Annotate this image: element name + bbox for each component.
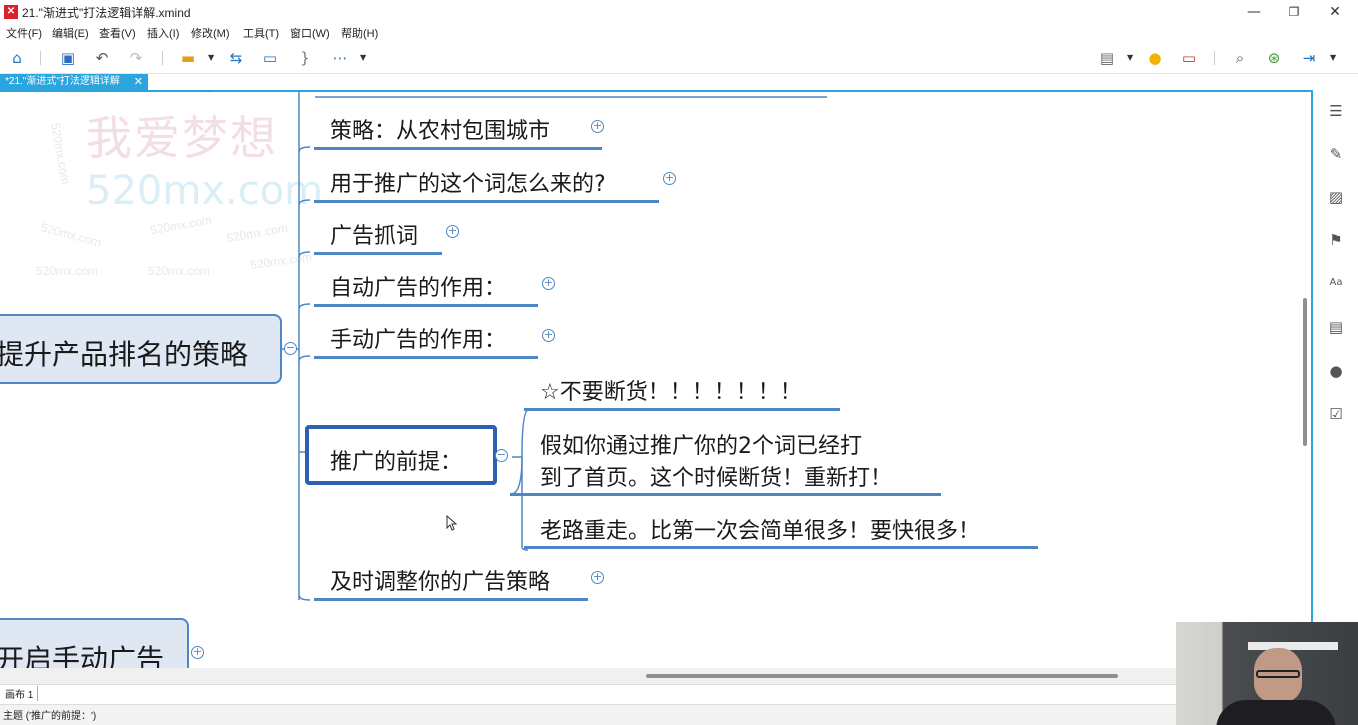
branch-topic[interactable]: 手动广告的作用：: [330, 322, 506, 354]
branch-topic: 推广的前提：: [330, 450, 463, 475]
expand-icon[interactable]: +: [591, 120, 604, 133]
summary-icon[interactable]: }: [295, 48, 315, 68]
xmind-logo-icon: ✕: [4, 5, 18, 19]
central-topic-label: 开启手动广告: [0, 643, 165, 668]
title-bar: [0, 0, 1358, 24]
selected-topic[interactable]: 推广的前提：: [305, 425, 497, 485]
mouse-cursor-icon: [446, 515, 458, 531]
menu-modify[interactable]: 修改(M): [191, 25, 230, 41]
webcam-body: [1216, 700, 1336, 725]
branch-topic[interactable]: 用于推广的这个词怎么来的?: [330, 166, 606, 198]
tab-label: *21."渐进式"打法逻辑详解: [5, 76, 120, 87]
redo-icon[interactable]: ↷: [126, 48, 146, 68]
branch-underline: [524, 546, 1038, 549]
menu-view[interactable]: 查看(V): [99, 25, 136, 41]
tab-close-icon[interactable]: ✕: [134, 74, 143, 90]
status-bar: [0, 704, 1176, 725]
status-text: 主题 ('推广的前提：'): [3, 711, 97, 722]
webcam-window: [1248, 642, 1338, 650]
expand-icon[interactable]: +: [191, 646, 204, 659]
central-topic[interactable]: 提升产品排名的策略: [0, 314, 282, 384]
collapse-icon[interactable]: −: [284, 342, 297, 355]
presentation-icon[interactable]: ▤: [1097, 48, 1117, 68]
central-topic[interactable]: 开启手动广告: [0, 618, 189, 668]
webcam-overlay: [1176, 622, 1358, 725]
expand-icon[interactable]: +: [446, 225, 459, 238]
branch-topic[interactable]: 及时调整你的广告策略: [330, 564, 550, 596]
central-topic-label: 提升产品排名的策略: [0, 338, 249, 371]
close-window-button[interactable]: ✕: [1315, 2, 1355, 22]
branch-underline: [314, 252, 442, 255]
notes-icon[interactable]: ▤: [1327, 318, 1345, 336]
branch-underline: [524, 408, 840, 411]
expand-icon[interactable]: +: [591, 571, 604, 584]
mindmap-canvas[interactable]: 我爱梦想 520mx.com 520mx.com 520mx.com 520mx…: [0, 90, 1313, 668]
sheet-tab[interactable]: 画布 1: [2, 686, 38, 701]
home-icon[interactable]: ⌂: [7, 48, 27, 68]
toolbar: ⌂ ▣ ↶ ↷ ▬ ▼ ⇆ ▭ } ⋯ ▼ ▤ ▼ ● ▭ ⌕ ⊛ ⇥ ▼: [0, 42, 1358, 74]
toolbar-separator: [1214, 51, 1215, 65]
maximize-button[interactable]: ❐: [1274, 2, 1314, 22]
text-icon[interactable]: Aa: [1327, 274, 1345, 292]
minimize-button[interactable]: —: [1234, 2, 1274, 22]
menu-bar: 文件(F) 编辑(E) 查看(V) 插入(I) 修改(M) 工具(T) 窗口(W…: [0, 24, 1358, 42]
more-icon[interactable]: ⋯: [330, 48, 350, 68]
sub-topic[interactable]: 老路重走。比第一次会简单很多！要快很多！: [540, 513, 980, 545]
image-icon[interactable]: ▨: [1327, 188, 1345, 206]
sub-topic[interactable]: 到了首页。这个时候断货！重新打！: [540, 460, 892, 492]
style-icon[interactable]: ✎: [1327, 145, 1345, 163]
window-title: 21."渐进式"打法逻辑详解.xmind: [22, 6, 191, 20]
vertical-scrollbar[interactable]: [1303, 298, 1307, 446]
expand-icon[interactable]: +: [542, 277, 555, 290]
idea-icon[interactable]: ●: [1145, 48, 1165, 68]
right-side-panel: ☰ ✎ ▨ ⚑ Aa ▤ ● ☑: [1315, 90, 1358, 668]
search-icon[interactable]: ⌕: [1230, 48, 1250, 68]
chevron-down-icon[interactable]: ▼: [1330, 48, 1336, 68]
horizontal-scrollbar[interactable]: [646, 674, 1118, 678]
toolbar-separator: [40, 51, 41, 65]
chevron-down-icon[interactable]: ▼: [360, 48, 366, 68]
undo-icon[interactable]: ↶: [92, 48, 112, 68]
branch-topic[interactable]: 自动广告的作用：: [330, 270, 506, 302]
marker-icon[interactable]: ⚑: [1327, 231, 1345, 249]
branch-underline: [314, 304, 538, 307]
menu-edit[interactable]: 编辑(E): [52, 25, 89, 41]
expand-icon[interactable]: +: [663, 172, 676, 185]
sub-topic[interactable]: ☆不要断货！！！！！！！: [540, 374, 802, 406]
branch-topic[interactable]: 策略：从农村包围城市: [330, 113, 550, 145]
boundary-icon[interactable]: ▭: [260, 48, 280, 68]
outliner-icon[interactable]: ▭: [1179, 48, 1199, 68]
menu-tools[interactable]: 工具(T): [243, 25, 279, 41]
branch-underline: [314, 147, 602, 150]
branch-topic[interactable]: 广告抓词: [330, 218, 418, 250]
toolbar-separator: [162, 51, 163, 65]
comment-icon[interactable]: ●: [1327, 362, 1345, 380]
chevron-down-icon[interactable]: ▼: [208, 48, 214, 68]
branch-underline: [314, 356, 538, 359]
menu-help[interactable]: 帮助(H): [341, 25, 378, 41]
chevron-down-icon[interactable]: ▼: [1127, 48, 1133, 68]
format-icon[interactable]: ☰: [1327, 102, 1345, 120]
sub-topic[interactable]: 假如你通过推广你的2个词已经打: [540, 428, 862, 460]
task-icon[interactable]: ☑: [1327, 405, 1345, 423]
editor-tab-strip: [0, 74, 1313, 90]
branch-underline: [314, 598, 588, 601]
menu-window[interactable]: 窗口(W): [290, 25, 330, 41]
export-icon[interactable]: ⇥: [1299, 48, 1319, 68]
share-icon[interactable]: ⊛: [1264, 48, 1284, 68]
menu-file[interactable]: 文件(F): [6, 25, 42, 41]
branch-underline: [510, 493, 941, 496]
topic-icon[interactable]: ▬: [178, 48, 198, 68]
webcam-glasses: [1256, 670, 1300, 678]
relationship-icon[interactable]: ⇆: [226, 48, 246, 68]
menu-insert[interactable]: 插入(I): [147, 25, 179, 41]
collapse-icon[interactable]: −: [495, 449, 508, 462]
expand-icon[interactable]: +: [542, 329, 555, 342]
tab-document[interactable]: *21."渐进式"打法逻辑详解 ✕: [0, 74, 148, 90]
branch-underline: [314, 200, 659, 203]
sheet-bar: [0, 684, 1176, 704]
save-icon[interactable]: ▣: [58, 48, 78, 68]
